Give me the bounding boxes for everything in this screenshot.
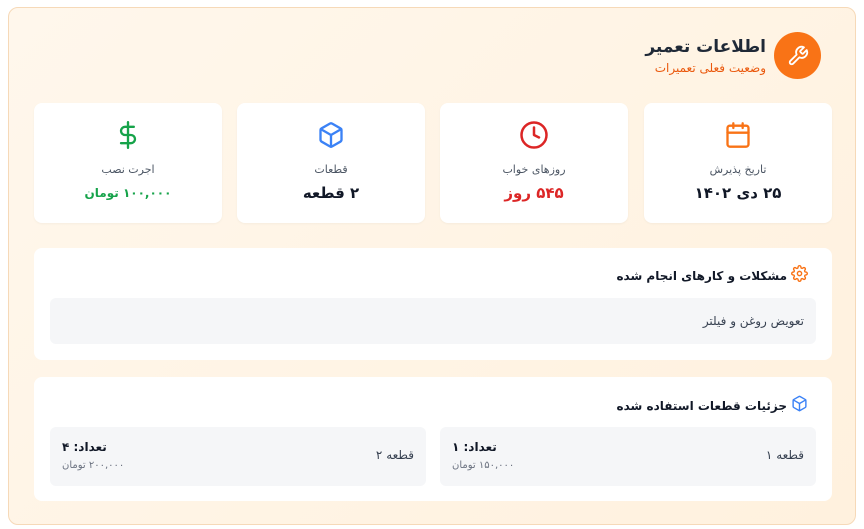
- part-price: ۱۵۰,۰۰۰ تومان: [452, 460, 515, 471]
- clock-icon: [519, 120, 549, 150]
- issues-section: مشکلات و کارهای انجام شده تعویض روغن و ف…: [34, 248, 832, 360]
- stat-value: ۲ قطعه: [302, 184, 360, 202]
- part-name: قطعه ۲: [375, 448, 414, 462]
- page-subtitle: وضعیت فعلی تعمیرات: [654, 60, 766, 75]
- part-price: ۲۰۰,۰۰۰ تومان: [62, 460, 125, 471]
- stat-label: تاریخ پذیرش: [709, 163, 767, 176]
- package-icon: [316, 120, 346, 150]
- issues-section-title: مشکلات و کارهای انجام شده: [616, 268, 787, 283]
- gear-icon: [791, 265, 808, 286]
- repair-info-card: اطلاعات تعمیر وضعیت فعلی تعمیرات تاریخ پ…: [8, 7, 856, 525]
- stat-value: ۱۰۰,۰۰۰ تومان: [84, 186, 172, 200]
- package-icon: [791, 395, 808, 416]
- parts-section-title: جزئیات قطعات استفاده شده: [616, 398, 787, 413]
- stat-card-install-fee: اجرت نصب ۱۰۰,۰۰۰ تومان: [34, 103, 222, 223]
- stat-card-idle-days: روزهای خواب ۵۴۵ روز: [440, 103, 628, 223]
- wrench-icon: [774, 32, 821, 79]
- part-quantity: تعداد: ۱: [452, 440, 497, 454]
- stat-card-admission-date: تاریخ پذیرش ۲۵ دی ۱۴۰۲: [644, 103, 832, 223]
- stat-value: ۵۴۵ روز: [504, 184, 564, 202]
- stat-label: روزهای خواب: [502, 163, 566, 176]
- issue-item: تعویض روغن و فیلتر: [50, 298, 816, 344]
- dollar-icon: [113, 120, 143, 150]
- part-name: قطعه ۱: [765, 448, 804, 462]
- stat-label: اجرت نصب: [101, 163, 155, 176]
- part-item: قطعه ۱ تعداد: ۱ ۱۵۰,۰۰۰ تومان: [440, 427, 816, 486]
- parts-section: جزئیات قطعات استفاده شده قطعه ۱ تعداد: ۱…: [34, 377, 832, 501]
- page-title: اطلاعات تعمیر: [645, 36, 766, 57]
- issue-text: تعویض روغن و فیلتر: [702, 314, 804, 328]
- part-quantity: تعداد: ۴: [62, 440, 107, 454]
- calendar-icon: [723, 120, 753, 150]
- part-item: قطعه ۲ تعداد: ۴ ۲۰۰,۰۰۰ تومان: [50, 427, 426, 486]
- stat-card-parts: قطعات ۲ قطعه: [237, 103, 425, 223]
- stat-label: قطعات: [314, 163, 348, 176]
- stat-value: ۲۵ دی ۱۴۰۲: [694, 184, 782, 202]
- card-header: اطلاعات تعمیر وضعیت فعلی تعمیرات: [645, 32, 821, 79]
